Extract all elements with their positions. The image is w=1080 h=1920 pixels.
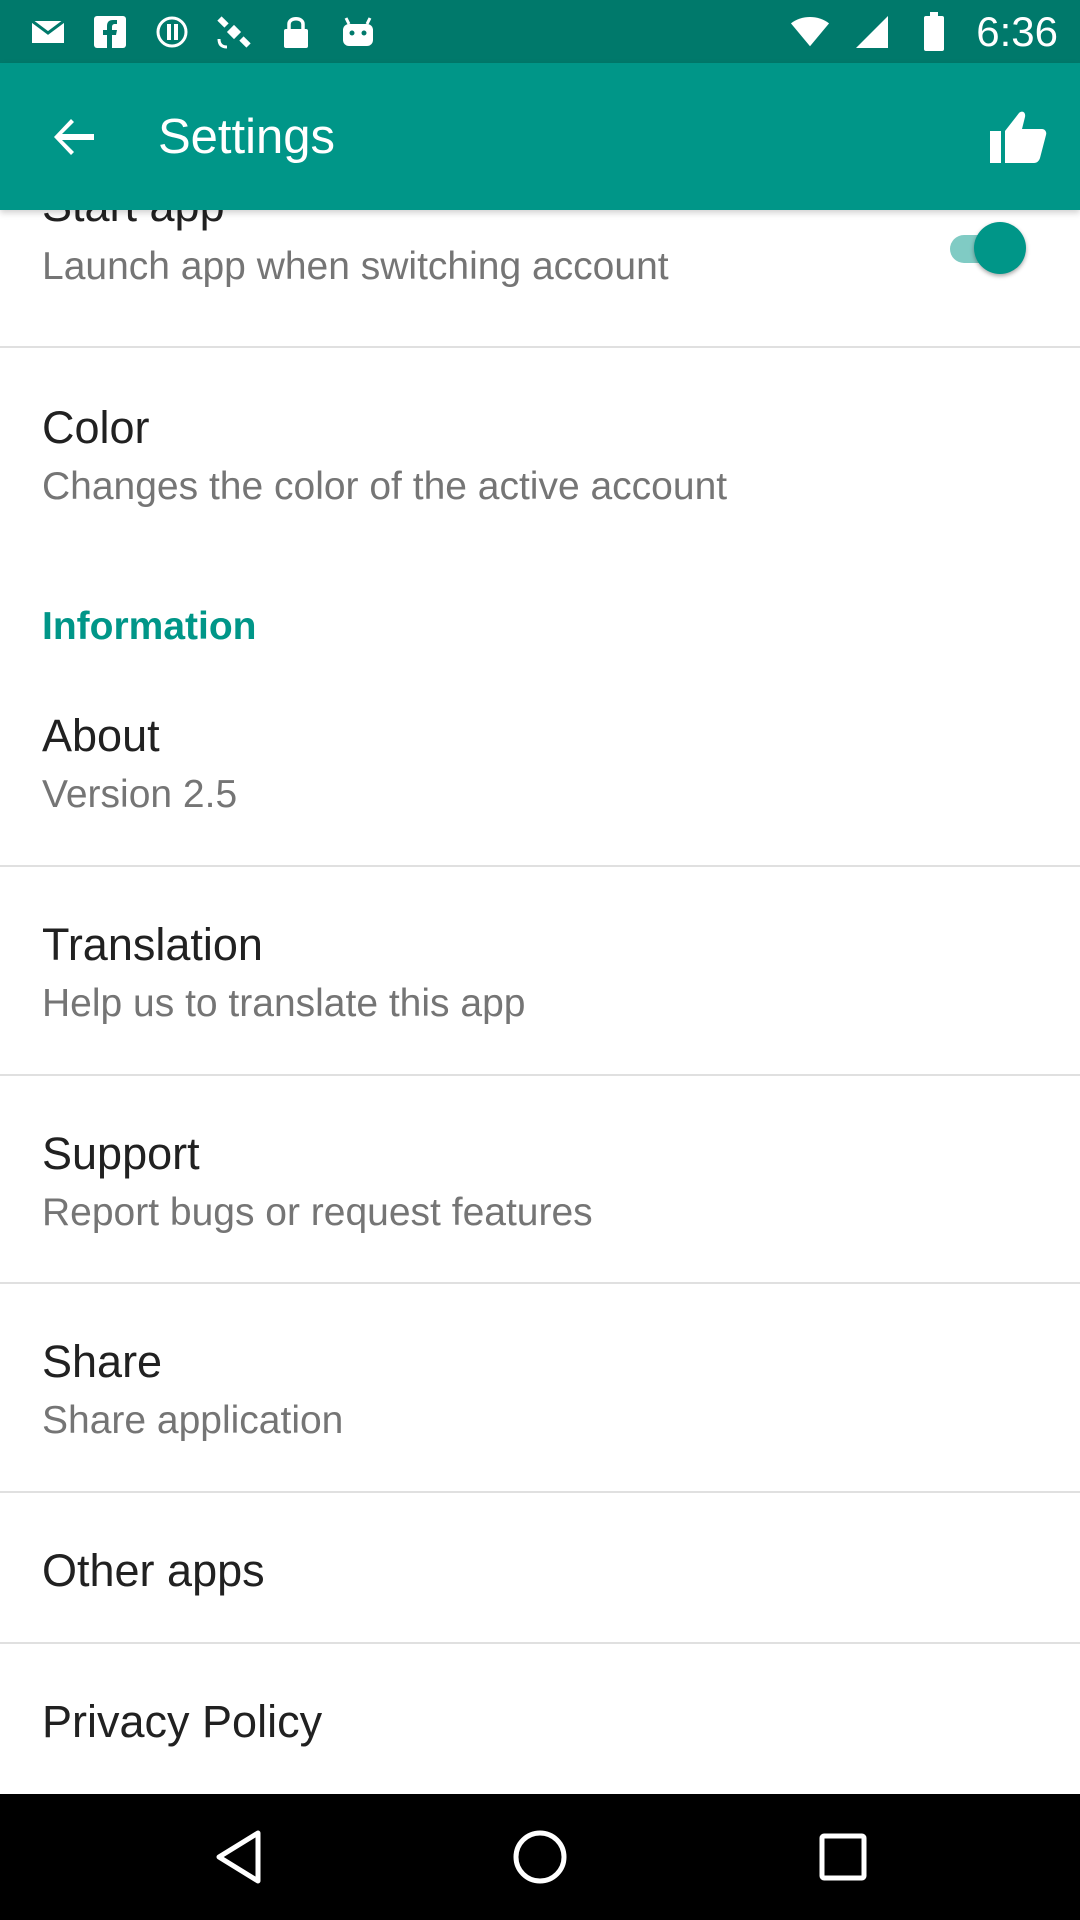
item-subtitle: Launch app when switching account [42,245,669,288]
recents-square-icon [819,1833,867,1881]
app-bar: Settings [0,63,1080,210]
item-title: Color [42,402,150,453]
list-item-other-apps[interactable]: Other apps [0,1493,1080,1643]
list-item-support[interactable]: Support Report bugs or request features [0,1076,1080,1284]
item-title: Other apps [42,1545,265,1596]
item-subtitle: Changes the color of the active account [42,465,728,508]
nav-back-button[interactable] [203,1822,273,1892]
arrow-back-icon [54,119,94,155]
list-item-share[interactable]: Share Share application [0,1284,1080,1492]
thumbs-up-icon [990,111,1047,163]
list-item-about[interactable]: About Version 2.5 [0,698,1080,868]
home-circle-icon [513,1830,567,1884]
section-header-information: Information [42,605,257,648]
back-button[interactable] [34,105,114,169]
item-title: Support [42,1128,200,1179]
item-title: Privacy Policy [42,1696,323,1747]
nav-recents-button[interactable] [808,1822,878,1892]
status-bar: 6:36 [0,0,1080,63]
lock-icon [276,12,316,52]
item-title: Start app [42,210,225,232]
mail-icon [28,12,68,52]
rate-button[interactable] [980,99,1056,175]
item-subtitle: Help us to translate this app [42,982,526,1025]
list-item-color[interactable]: Color Changes the color of the active ac… [0,348,1080,554]
system-nav-bar [0,1794,1080,1920]
item-title: Share [42,1336,163,1387]
item-title: About [42,710,160,761]
start-app-toggle[interactable] [944,218,1030,278]
item-subtitle: Version 2.5 [42,773,238,816]
status-time: 6:36 [976,8,1058,55]
settings-list: Start app Launch app when switching acco… [0,210,1080,1794]
item-subtitle: Report bugs or request features [42,1191,593,1234]
list-item-translation[interactable]: Translation Help us to translate this ap… [0,867,1080,1075]
battery-icon [914,12,954,52]
nav-home-button[interactable] [505,1822,575,1892]
signal-icon [852,12,892,52]
back-triangle-icon [216,1830,261,1884]
item-title: Translation [42,919,263,970]
page-title: Settings [158,110,336,164]
switch-thumb [974,222,1026,274]
list-item-start-app[interactable]: Start app Launch app when switching acco… [0,210,1080,352]
android-icon [338,12,378,52]
wifi-icon [790,12,830,52]
sync-circle-icon [152,12,192,52]
item-subtitle: Share application [42,1399,344,1442]
facebook-icon [90,12,130,52]
satellite-icon [214,12,254,52]
list-item-privacy-policy[interactable]: Privacy Policy [0,1644,1080,1794]
